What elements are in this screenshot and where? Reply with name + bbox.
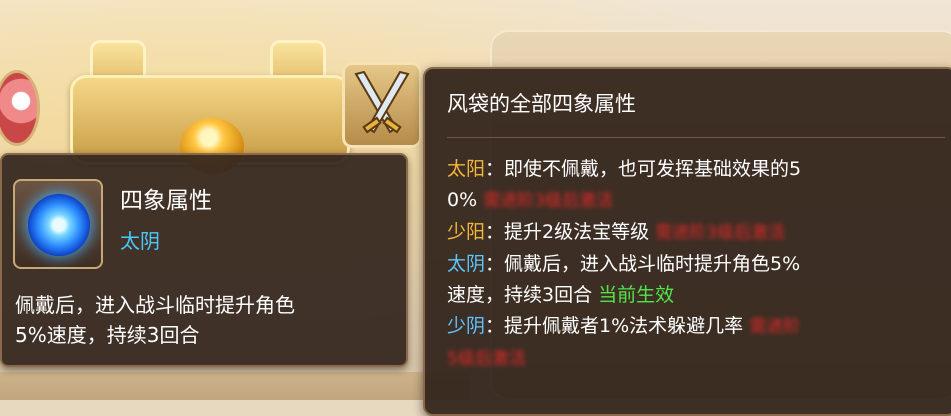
attribute-effect: 速度，持续3回合 [447,284,593,306]
crossed-swords-button[interactable] [342,62,422,148]
attribute-row-taiyin-cont: 速度，持续3回合 当前生效 [447,280,947,311]
attribute-description: 佩戴后，进入战斗临时提升角色 5%速度，持续3回合 [15,290,395,350]
attribute-row-taiyang: 太阳：即使不佩戴，也可发挥基础效果的5 [447,154,947,185]
attribute-colon: ： [485,221,505,243]
locked-status: 需进阶 [749,317,801,337]
attribute-list: 太阳：即使不佩戴，也可发挥基础效果的5 0% 需进阶3级后激活 少阳：提升2级法… [447,154,947,375]
attribute-effect: 提升佩戴者1%法术躲避几率 [504,315,744,337]
attribute-label: 太阴 [447,253,486,275]
divider [447,137,945,138]
attribute-icon-frame [13,179,103,269]
item-slot-icon[interactable] [0,70,40,146]
attribute-row-shaoyin-cont: 5级后激活 [447,343,947,375]
attribute-effect: 0% [447,189,478,211]
all-attributes-tooltip: 风袋的全部四象属性 太阳：即使不佩戴，也可发挥基础效果的5 0% 需进阶3级后激… [423,67,951,416]
attribute-row-taiyin: 太阴：佩戴后，进入战斗临时提升角色5% [447,249,947,280]
attribute-row-taiyang-cont: 0% 需进阶3级后激活 [447,185,947,217]
attribute-subtitle: 太阴 [120,229,160,253]
attribute-row-shaoyang: 少阳：提升2级法宝等级 需进阶3级后激活 [447,217,947,249]
attribute-title: 四象属性 [120,188,212,214]
background-footer [0,372,470,400]
active-status: 当前生效 [598,284,675,306]
description-line: 佩戴后，进入战斗临时提升角色 [15,293,295,317]
attribute-label: 太阳 [447,158,486,180]
description-line: 5%速度，持续3回合 [15,323,200,347]
locked-status: 需进阶3级后激活 [483,191,614,211]
attribute-colon: ： [485,253,505,275]
attribute-colon: ： [485,315,505,337]
locked-status: 5级后激活 [447,349,526,369]
attribute-effect: 提升2级法宝等级 [504,221,650,243]
attribute-row-shaoyin: 少阴：提升佩戴者1%法术躲避几率 需进阶 [447,311,947,343]
attribute-effect: 即使不佩戴，也可发挥基础效果的5 [504,158,802,180]
panel-title: 风袋的全部四象属性 [447,92,636,116]
altar-decoration [60,20,360,174]
attribute-effect: 佩戴后，进入战斗临时提升角色5% [504,253,801,275]
locked-status: 需进阶3级后激活 [655,223,785,243]
water-orb-icon [28,194,90,256]
attribute-label: 少阳 [447,221,486,243]
attribute-label: 少阴 [447,315,486,337]
crossed-swords-icon [354,70,410,134]
attribute-colon: ： [485,158,505,180]
attribute-tooltip: 四象属性 太阴 佩戴后，进入战斗临时提升角色 5%速度，持续3回合 [0,153,408,367]
